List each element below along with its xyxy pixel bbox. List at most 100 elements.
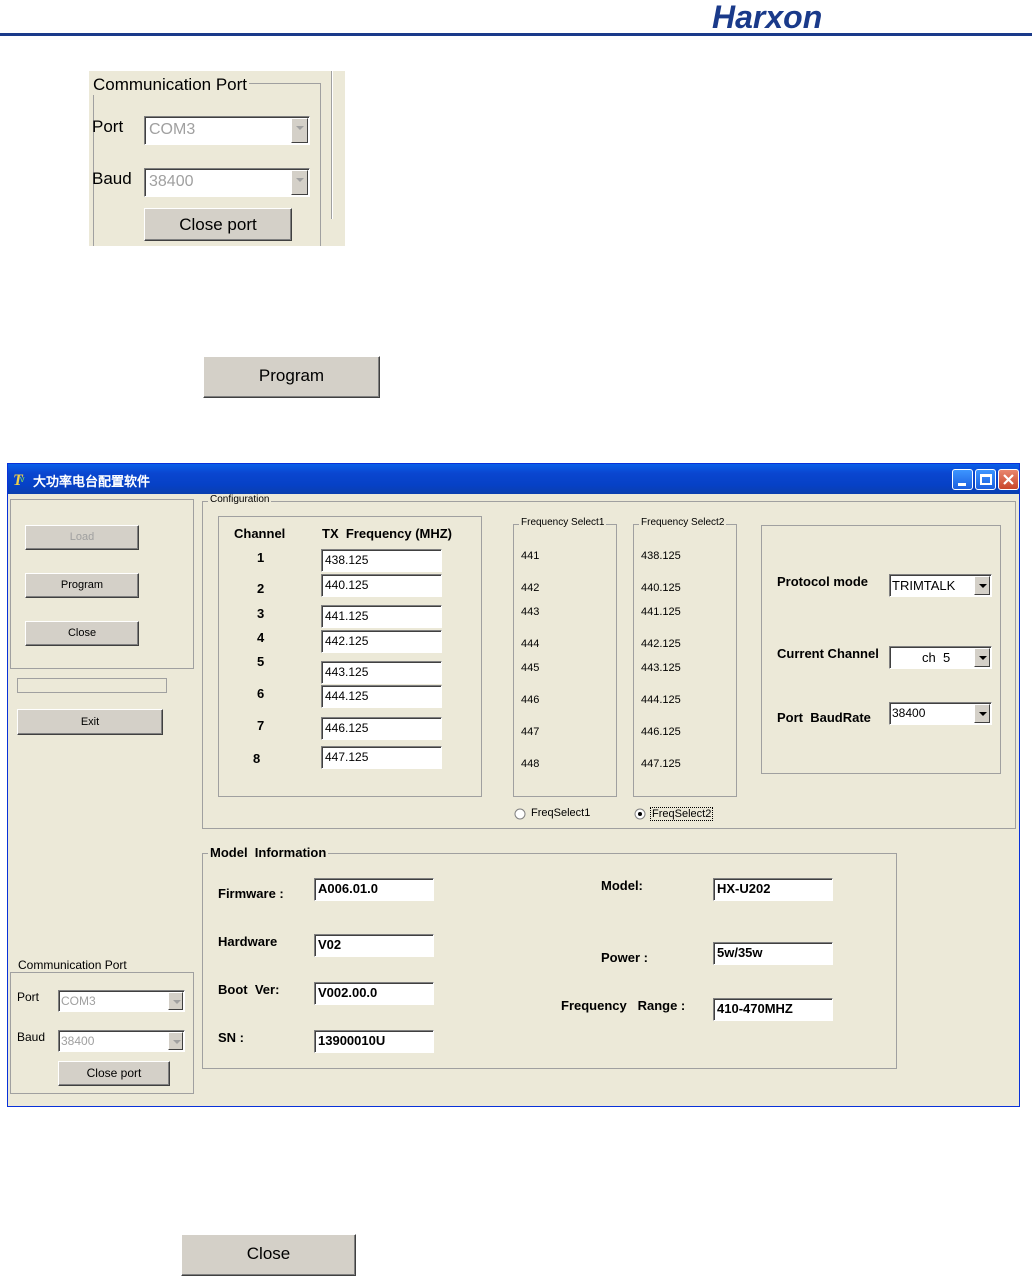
close-button[interactable]: Close	[25, 621, 139, 646]
channel-num: 5	[257, 654, 265, 669]
channel-freq-input[interactable]: 444.125	[321, 685, 442, 708]
freq-select1-value: 443	[521, 606, 540, 618]
chevron-down-icon[interactable]	[291, 118, 308, 143]
close-button-large[interactable]: Close	[181, 1234, 356, 1276]
window-title: 大功率电台配置软件	[33, 475, 151, 490]
freq-select1-value: 447	[521, 726, 540, 738]
app-icon: Tv	[12, 470, 30, 489]
channel-num: 3	[257, 606, 265, 621]
power-label: Power :	[601, 950, 648, 965]
channel-num: 8	[253, 751, 261, 766]
snippet-baud-combo[interactable]: 38400	[144, 168, 310, 197]
close-window-button[interactable]	[998, 469, 1019, 490]
frequency-range-label: Frequency Range :	[561, 998, 686, 1013]
sn-field[interactable]: 13900010U	[314, 1030, 434, 1053]
channel-num: 1	[257, 550, 265, 565]
comm-port-snippet: Communication Port Port COM3 Baud 38400 …	[89, 71, 345, 246]
snippet-baud-label: Baud	[92, 169, 132, 188]
close-port-button[interactable]: Close port	[58, 1061, 170, 1086]
chevron-down-icon[interactable]	[168, 1032, 183, 1050]
power-field[interactable]: 5w/35w	[713, 942, 833, 965]
model-info-title: Model Information	[208, 845, 329, 860]
freq-select2-value: 444.125	[641, 694, 681, 706]
maximize-button[interactable]	[975, 469, 996, 490]
boot-ver-label: Boot Ver:	[218, 982, 280, 997]
hardware-field[interactable]: V02	[314, 934, 434, 957]
baud-value: 38400	[61, 1034, 95, 1048]
freq-select2-value: 442.125	[641, 638, 681, 650]
snippet-close-port-button[interactable]: Close port	[144, 208, 292, 241]
logo-text: Harxon	[712, 0, 823, 35]
model-label: Model:	[601, 878, 643, 893]
channel-header: Channel	[234, 526, 286, 541]
channel-freq-input[interactable]: 441.125	[321, 605, 442, 628]
baud-label: Baud	[17, 1030, 46, 1044]
port-baudrate-combo[interactable]: 38400	[889, 702, 992, 725]
close-icon	[1003, 474, 1014, 485]
program-button-large[interactable]: Program	[203, 356, 380, 398]
model-field[interactable]: HX-U202	[713, 878, 833, 901]
freq-select1-value: 446	[521, 694, 540, 706]
freq-select1-value: 442	[521, 582, 540, 594]
freq-select2-box	[633, 524, 737, 797]
port-baudrate-label: Port BaudRate	[777, 710, 871, 725]
channel-num: 2	[257, 581, 265, 596]
snippet-port-combo[interactable]: COM3	[144, 116, 310, 145]
protocol-mode-value: TRIMTALK	[892, 578, 956, 593]
boot-ver-field[interactable]: V002.00.0	[314, 982, 434, 1005]
baud-combo[interactable]: 38400	[58, 1030, 185, 1052]
radio-checked-icon	[634, 808, 646, 820]
port-combo[interactable]: COM3	[58, 990, 185, 1012]
channel-freq-input[interactable]: 447.125	[321, 746, 442, 769]
chevron-down-icon[interactable]	[168, 992, 183, 1010]
channel-num: 7	[257, 718, 265, 733]
freq-select1-title: Frequency Select1	[519, 517, 607, 528]
current-channel-label: Current Channel	[777, 646, 879, 661]
comm-port-title: Communication Port	[16, 958, 129, 972]
configuration-title: Configuration	[208, 494, 272, 505]
hardware-label: Hardware	[218, 934, 278, 949]
freq-select2-value: 441.125	[641, 606, 681, 618]
channel-freq-input[interactable]: 442.125	[321, 630, 442, 653]
freq-select2-title: Frequency Select2	[639, 517, 727, 528]
channel-freq-input[interactable]: 443.125	[321, 661, 442, 684]
frequency-range-field[interactable]: 410-470MHZ	[713, 998, 833, 1021]
freqselect1-label: FreqSelect1	[531, 807, 591, 819]
freq-select1-value: 444	[521, 638, 540, 650]
freq-select1-value: 445	[521, 662, 540, 674]
freq-select2-value: 446.125	[641, 726, 681, 738]
snippet-port-value: COM3	[149, 121, 196, 138]
freq-select2-value: 440.125	[641, 582, 681, 594]
program-button[interactable]: Program	[25, 573, 139, 598]
current-channel-combo[interactable]: ch 5	[889, 646, 992, 669]
chevron-down-icon[interactable]	[974, 576, 990, 595]
load-button[interactable]: Load	[25, 525, 139, 550]
channel-freq-input[interactable]: 438.125	[321, 549, 442, 572]
minimize-button[interactable]	[952, 469, 973, 490]
firmware-label: Firmware :	[218, 886, 284, 901]
firmware-field[interactable]: A006.01.0	[314, 878, 434, 901]
freqselect1-radio[interactable]: FreqSelect1	[514, 807, 614, 823]
channel-freq-input[interactable]: 446.125	[321, 717, 442, 740]
freqselect2-radio[interactable]: FreqSelect2	[634, 807, 734, 823]
app-window: Tv 大功率电台配置软件 Load Program Close Exit Com…	[7, 463, 1020, 1107]
snippet-port-label: Port	[92, 117, 124, 136]
freq-select1-box	[513, 524, 617, 797]
chevron-down-icon[interactable]	[974, 704, 990, 723]
protocol-mode-combo[interactable]: TRIMTALK	[889, 574, 992, 597]
snippet-group-title: Communication Port	[91, 75, 250, 95]
freq-header: TX Frequency (MHZ)	[322, 526, 453, 541]
exit-button[interactable]: Exit	[17, 709, 163, 735]
radio-unchecked-icon	[514, 808, 526, 820]
port-baudrate-value: 38400	[892, 706, 926, 720]
chevron-down-icon[interactable]	[974, 648, 990, 667]
title-bar[interactable]: Tv 大功率电台配置软件	[8, 464, 1019, 494]
freq-select2-value: 443.125	[641, 662, 681, 674]
chevron-down-icon[interactable]	[291, 170, 308, 195]
snippet-side-edge	[331, 71, 333, 219]
header-rule	[0, 33, 1032, 36]
channel-freq-input[interactable]: 440.125	[321, 574, 442, 597]
sn-label: SN :	[218, 1030, 244, 1045]
freq-select1-value: 441	[521, 550, 540, 562]
freq-select2-value: 447.125	[641, 758, 681, 770]
